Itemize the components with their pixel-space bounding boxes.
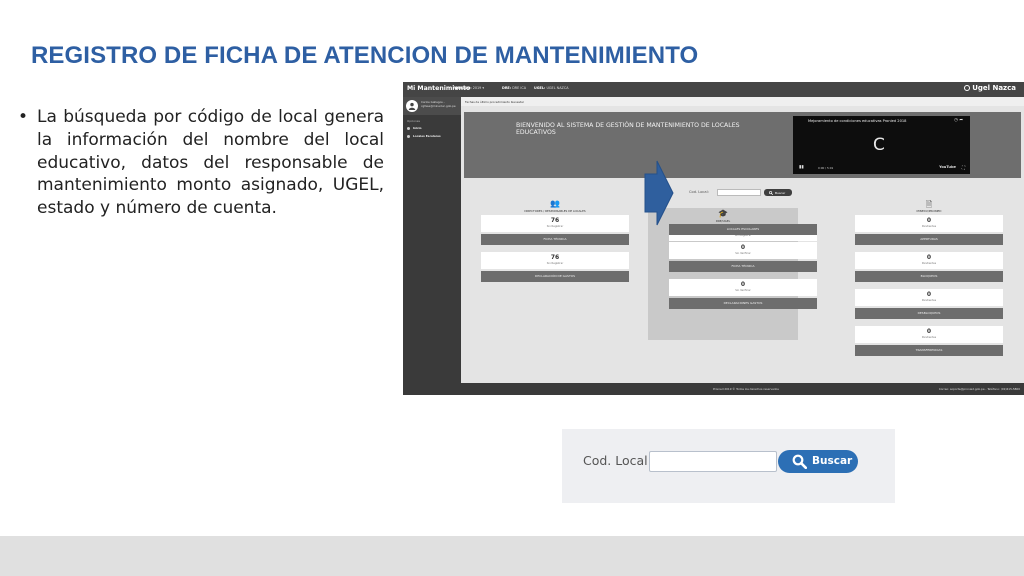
user-info: Carlos Gallegos - cgfase@mineduc.gob.pe xyxy=(421,100,456,108)
logo-mark-icon xyxy=(964,85,971,91)
ficha-tecnica-button[interactable]: FICHA TÉCNICA xyxy=(481,234,629,245)
declaracion-gastos-button[interactable]: DECLARACIÓN DE GASTOS xyxy=(481,271,629,282)
stat-sub: Sin Registrar xyxy=(546,262,564,265)
stat-card: 76Sin Registrar xyxy=(481,215,629,232)
stat-sub: Sin Verificar xyxy=(735,252,751,255)
loading-spinner-icon: C xyxy=(873,135,885,155)
stat-sub: Pendientes xyxy=(921,262,937,265)
video-share-icon[interactable]: ◷ ➦ xyxy=(954,118,963,123)
stat-number: 76 xyxy=(550,254,560,261)
sidebar-item-inicio[interactable]: Inicio xyxy=(407,126,422,130)
stat-sub: Pendientes xyxy=(921,299,937,302)
buscar-button[interactable]: Buscar xyxy=(778,450,858,473)
sidebar-item-locales[interactable]: Locales Escolares xyxy=(407,134,441,138)
welcome-text: BIENVENIDO AL SISTEMA DE GESTIÓN DE MANT… xyxy=(516,122,740,137)
video-controls: ▮▮ 0:00 / 5:01 YouTube ⛶ xyxy=(797,165,966,171)
column-title: MINEDU/PRONIED xyxy=(916,209,942,213)
stat-sub: Sin Registrar xyxy=(546,225,564,228)
logo-text: Ugel Nazca xyxy=(972,84,1016,92)
video-player[interactable]: Mejoramiento de condiciones educativas P… xyxy=(793,116,970,174)
bullet-text: La búsqueda por código de local genera l… xyxy=(37,107,384,219)
user-email: cgfase@mineduc.gob.pe xyxy=(421,104,456,108)
stat-number: 0 xyxy=(926,291,932,298)
users-icon: 👥 xyxy=(550,199,560,208)
sidebar: Carlos Gallegos - cgfase@mineduc.gob.pe … xyxy=(403,97,461,383)
cod-local-label: Cod. Local: xyxy=(583,453,652,468)
building-icon xyxy=(407,134,410,138)
topbar-key: DRE: xyxy=(502,86,512,90)
search-detail-zoom: Cod. Local: Buscar xyxy=(562,429,895,503)
stat-number: 0 xyxy=(740,281,746,288)
search-icon xyxy=(769,190,773,195)
app-search-button[interactable]: Buscar xyxy=(764,189,792,196)
ugel-logo: Ugel Nazca xyxy=(964,84,1016,92)
footer-contact: Correo: soporte@pronied.gob.pe - Teléfon… xyxy=(938,387,1020,391)
slide-title: REGISTRO DE FICHA DE ATENCION DE MANTENI… xyxy=(31,42,699,69)
desbloqueos-button[interactable]: DESBLOQUEOS xyxy=(855,308,1003,319)
stat-card: 76Sin Registrar xyxy=(481,252,629,269)
pause-icon[interactable]: ▮▮ xyxy=(799,165,804,170)
footer-copyright: Pronied 2019 © Todos los derechos reserv… xyxy=(713,387,779,391)
bullet-dot: • xyxy=(18,107,29,127)
stat-sub: Pendientes xyxy=(921,225,937,228)
topbar-value: DRE ICA xyxy=(512,86,527,90)
subbar: Fechas de último procedimiento bienestar xyxy=(461,97,1024,106)
sidebar-user: Carlos Gallegos - cgfase@mineduc.gob.pe xyxy=(403,97,461,115)
topbar-value: UGEL NAZCA xyxy=(546,86,569,90)
main-content: Fechas de último procedimiento bienestar… xyxy=(461,97,1024,383)
topbar-dre: DRE: DRE ICA xyxy=(502,86,526,90)
stat-number: 0 xyxy=(926,254,932,261)
topbar-ugel: UGEL: UGEL NAZCA xyxy=(534,86,569,90)
welcome-banner: BIENVENIDO AL SISTEMA DE GESTIÓN DE MANT… xyxy=(464,112,1021,178)
home-icon xyxy=(407,126,410,130)
column-title: DIRECTORES / RESPONSABLES DE LOCALES xyxy=(524,209,586,213)
sidebar-item-label: Locales Escolares xyxy=(413,134,441,138)
topbar-value: 2019 ▾ xyxy=(472,86,485,90)
buscar-button-label: Buscar xyxy=(812,455,853,467)
cod-local-input[interactable] xyxy=(649,451,777,472)
topbar-periodo[interactable]: PERIODO: 2019 ▾ xyxy=(453,86,484,90)
stat-number: 0 xyxy=(926,217,932,224)
app-search-button-label: Buscar xyxy=(775,190,786,195)
sidebar-section-label: Opciones xyxy=(407,119,420,123)
app-search-input[interactable] xyxy=(717,189,761,196)
app-screenshot: Mi Mantenimiento PERIODO: 2019 ▾ DRE: DR… xyxy=(403,82,1024,395)
user-icon xyxy=(408,102,416,110)
stat-sub: Pendientes xyxy=(921,336,937,339)
stat-card: 0 Pendientes xyxy=(855,326,1003,343)
declaraciones-gastos-button[interactable]: DECLARACIONES GASTOS xyxy=(669,298,817,309)
locales-escolares-button[interactable]: LOCALES ESCOLARES xyxy=(669,224,817,235)
stat-card: 0 Pendientes xyxy=(855,252,1003,269)
stat-card: 0 Sin Verificar xyxy=(669,242,817,259)
search-icon xyxy=(792,454,807,469)
app-topbar: Mi Mantenimiento PERIODO: 2019 ▾ DRE: DR… xyxy=(403,82,1024,97)
app-search-label: Cod. Local: xyxy=(689,190,709,194)
bullet-text-block: • La búsqueda por código de local genera… xyxy=(18,106,384,220)
sidebar-item-label: Inicio xyxy=(413,126,422,130)
bottom-band xyxy=(0,536,1024,576)
aperturas-button[interactable]: APERTURAS xyxy=(855,234,1003,245)
stat-number: 0 xyxy=(740,244,746,251)
video-time: 0:00 / 5:01 xyxy=(818,166,834,170)
stat-number: 76 xyxy=(550,217,560,224)
ficha-tecnica-verify-button[interactable]: FICHA TÉCNICA xyxy=(669,261,817,272)
video-title: Mejoramiento de condiciones educativas P… xyxy=(808,119,907,123)
bloqueos-button[interactable]: BLOQUEOS xyxy=(855,271,1003,282)
pointer-arrow-icon xyxy=(644,160,674,226)
fullscreen-icon[interactable]: ⛶ xyxy=(962,165,965,171)
app-footer: Pronied 2019 © Todos los derechos reserv… xyxy=(403,383,1024,395)
stat-card: 0 Pendientes xyxy=(855,215,1003,232)
stat-sub: Sin Verificar xyxy=(735,289,751,292)
stat-card: 0 Sin Verificar xyxy=(669,279,817,296)
topbar-key: PERIODO: xyxy=(453,86,472,90)
stat-card: 0 Pendientes xyxy=(855,289,1003,306)
stat-number: 0 xyxy=(926,328,932,335)
transferencias-button[interactable]: TRANSFERENCIAS xyxy=(855,345,1003,356)
youtube-logo[interactable]: YouTube xyxy=(939,165,956,169)
avatar xyxy=(406,100,418,112)
topbar-key: UGEL: xyxy=(534,86,546,90)
subbar-text: Fechas de último procedimiento bienestar xyxy=(465,100,524,104)
